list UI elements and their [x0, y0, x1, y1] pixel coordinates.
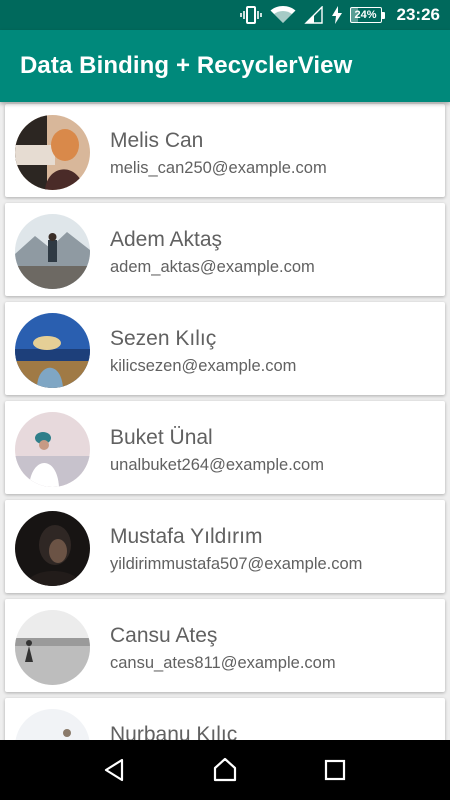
- contact-name: Cansu Ateş: [110, 624, 218, 647]
- home-icon[interactable]: [203, 748, 247, 792]
- contact-email: melis_can250@example.com: [110, 159, 327, 177]
- battery-icon: 24%: [349, 7, 385, 23]
- status-bar: 24% 23:26: [0, 0, 450, 30]
- avatar: [15, 313, 90, 388]
- avatar: [15, 115, 90, 190]
- battery-level: 24%: [354, 9, 377, 21]
- back-icon[interactable]: [93, 748, 137, 792]
- cell-signal-icon: [303, 6, 324, 24]
- contact-card[interactable]: Adem Aktaş adem_aktas@example.com: [5, 203, 445, 296]
- status-icons: 24% 23:26: [239, 0, 440, 30]
- recents-icon[interactable]: [313, 748, 357, 792]
- contact-card[interactable]: Cansu Ateş cansu_ates811@example.com: [5, 599, 445, 692]
- contact-card[interactable]: Nurbanu Kılıç: [5, 698, 445, 740]
- contact-card[interactable]: Mustafa Yıldırım yildirimmustafa507@exam…: [5, 500, 445, 593]
- contact-card[interactable]: Sezen Kılıç kilicsezen@example.com: [5, 302, 445, 395]
- charging-bolt-icon: [331, 6, 342, 24]
- contact-email: adem_aktas@example.com: [110, 258, 315, 276]
- contact-email: cansu_ates811@example.com: [110, 654, 336, 672]
- avatar: [15, 412, 90, 487]
- contact-email: yildirimmustafa507@example.com: [110, 555, 363, 573]
- contact-email: kilicsezen@example.com: [110, 357, 297, 375]
- wifi-icon: [270, 6, 296, 24]
- contact-name: Melis Can: [110, 129, 204, 152]
- app-title: Data Binding + RecyclerView: [20, 52, 353, 79]
- contact-name: Buket Ünal: [110, 426, 213, 449]
- contact-card[interactable]: Melis Can melis_can250@example.com: [5, 104, 445, 197]
- contact-card[interactable]: Buket Ünal unalbuket264@example.com: [5, 401, 445, 494]
- vibrate-icon: [239, 6, 262, 24]
- contact-email: unalbuket264@example.com: [110, 456, 324, 474]
- contact-list[interactable]: Melis Can melis_can250@example.com Adem …: [0, 102, 450, 740]
- avatar: [15, 709, 90, 740]
- avatar: [15, 214, 90, 289]
- contact-name: Mustafa Yıldırım: [110, 525, 263, 548]
- contact-name: Nurbanu Kılıç: [110, 723, 238, 740]
- avatar: [15, 610, 90, 685]
- clock: 23:26: [396, 5, 440, 24]
- app-bar: Data Binding + RecyclerView: [0, 30, 450, 102]
- navigation-bar: [0, 740, 450, 800]
- avatar: [15, 511, 90, 586]
- contact-name: Adem Aktaş: [110, 228, 223, 251]
- contact-name: Sezen Kılıç: [110, 327, 217, 350]
